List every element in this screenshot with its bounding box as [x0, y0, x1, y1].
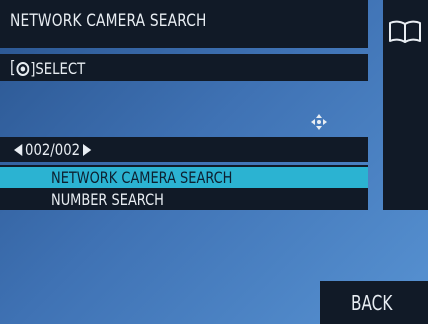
dial-icon	[16, 61, 30, 76]
four-way-arrow-icon	[311, 114, 327, 130]
select-label: ]SELECT	[30, 58, 86, 78]
menu-item-label: NUMBER SEARCH	[51, 190, 164, 209]
back-button[interactable]: BACK	[320, 281, 428, 324]
page-title: NETWORK CAMERA SEARCH	[10, 11, 207, 31]
book-icon[interactable]	[387, 19, 423, 45]
pager-bar: 002/002	[0, 137, 368, 162]
back-button-label: BACK	[351, 291, 393, 315]
select-hint: [ ]SELECT	[10, 58, 85, 78]
pager: 002/002	[14, 140, 92, 159]
page-indicator: 002/002	[25, 140, 81, 159]
prev-page-arrow-icon[interactable]	[14, 143, 23, 156]
next-page-arrow-icon[interactable]	[82, 143, 92, 156]
side-panel	[383, 0, 428, 210]
menu-list: NETWORK CAMERA SEARCH NUMBER SEARCH	[0, 165, 368, 210]
bracket-open: [	[10, 58, 16, 78]
menu-item-number-search[interactable]: NUMBER SEARCH	[0, 189, 368, 210]
title-bar: NETWORK CAMERA SEARCH	[0, 0, 368, 48]
menu-item-network-camera-search[interactable]: NETWORK CAMERA SEARCH	[0, 167, 368, 188]
select-hint-bar: [ ]SELECT	[0, 54, 368, 130]
menu-item-label: NETWORK CAMERA SEARCH	[51, 168, 233, 187]
